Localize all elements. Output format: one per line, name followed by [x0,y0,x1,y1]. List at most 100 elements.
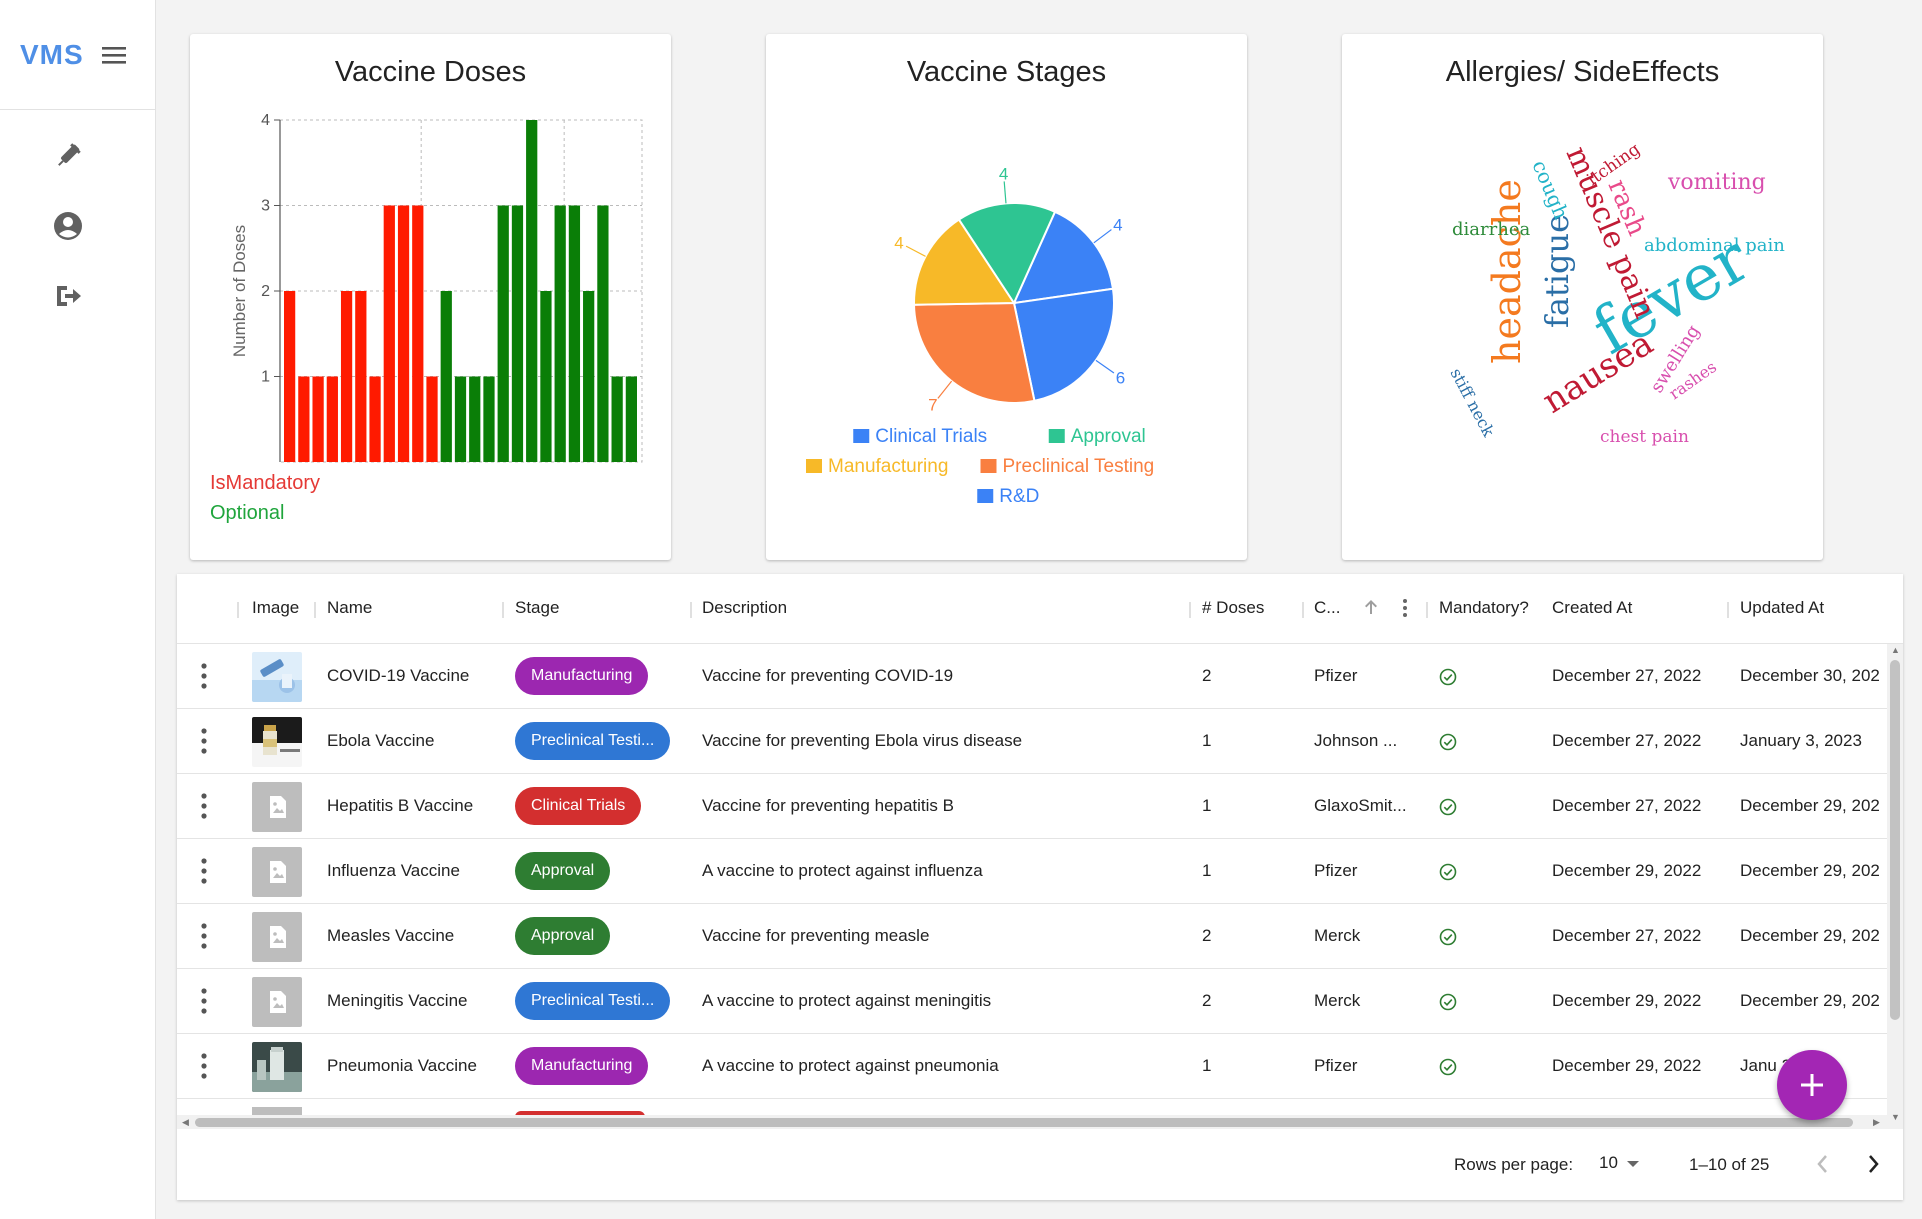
column-header-created-at[interactable]: Created At [1552,598,1632,618]
bar-mandatory[interactable] [298,376,310,463]
bar-optional[interactable] [597,205,609,463]
bar-optional[interactable] [583,291,595,462]
pie-label-line [1003,181,1007,204]
cell-name: Meningitis Vaccine [327,991,468,1010]
sidebar: VMS [0,0,156,1219]
column-header-updated-at[interactable]: Updated At [1740,598,1824,618]
account-icon[interactable] [50,208,86,244]
previous-page-icon[interactable] [1815,1153,1831,1180]
stage-chip[interactable]: Manufacturing [515,657,649,695]
bar-optional[interactable] [511,205,524,463]
column-separator[interactable] [1302,602,1304,618]
sort-ascending-icon[interactable] [1363,598,1379,621]
bar-optional[interactable] [540,291,552,462]
bar-mandatory[interactable] [369,376,381,463]
check-circle-icon [1439,798,1457,821]
row-actions-icon[interactable] [201,987,215,1015]
bar-optional[interactable] [554,205,566,463]
table-row[interactable] [177,1099,1887,1115]
cell-updated-at: January 3, 2023 [1740,731,1862,750]
bar-mandatory[interactable] [355,291,367,462]
bar-optional[interactable] [611,376,623,463]
column-separator[interactable] [1426,602,1428,618]
bar-optional[interactable] [469,376,481,463]
row-actions-icon[interactable] [201,857,215,885]
stage-chip[interactable]: Manufacturing [515,1047,649,1085]
column-header-mandatory[interactable]: Mandatory? [1439,598,1529,618]
pie-slice-label: 4 [1113,216,1122,235]
cell-company: GlaxoSmit... [1314,796,1407,815]
stage-chip[interactable]: Preclinical Testi... [515,722,671,760]
column-header-description[interactable]: Description [702,598,787,618]
bar-mandatory[interactable] [426,376,438,463]
logout-icon[interactable] [50,278,86,314]
bar-mandatory[interactable] [397,205,410,463]
bar-optional[interactable] [526,120,538,462]
scroll-up-arrow[interactable]: ▲ [1891,645,1900,655]
next-page-icon[interactable] [1865,1153,1881,1180]
stage-chip[interactable]: Approval [515,852,611,890]
column-separator[interactable] [237,602,239,618]
rows-per-page-select[interactable]: 10 [1599,1153,1640,1173]
legend-label[interactable]: R&D [999,486,1039,507]
scroll-right-arrow[interactable]: ▶ [1873,1117,1880,1128]
bar-optional[interactable] [454,376,467,463]
table-row[interactable]: Ebola Vaccine Preclinical Testi... Vacci… [177,709,1887,774]
column-header-image[interactable]: Image [252,598,299,618]
cell-doses: 1 [1202,1056,1212,1075]
legend-label[interactable]: Clinical Trials [875,426,987,447]
table-row[interactable]: COVID-19 Vaccine Manufacturing Vaccine f… [177,644,1887,709]
bar-optional[interactable] [625,376,637,463]
table-row[interactable]: Measles Vaccine Approval Vaccine for pre… [177,904,1887,969]
column-separator[interactable] [690,602,692,618]
table-row[interactable]: Pneumonia Vaccine Manufacturing A vaccin… [177,1034,1887,1099]
row-actions-icon[interactable] [201,792,215,820]
column-separator[interactable] [1727,602,1729,618]
stage-chip[interactable]: Preclinical Testi... [515,982,671,1020]
bar-optional[interactable] [483,376,495,463]
column-separator[interactable] [502,602,504,618]
bar-optional[interactable] [440,291,452,462]
column-menu-icon[interactable] [1402,598,1408,623]
cell-doses: 2 [1202,926,1212,945]
column-separator[interactable] [1189,602,1191,618]
horizontal-scrollbar[interactable]: ◀ ▶ [177,1115,1887,1129]
column-header-company[interactable]: C... [1314,598,1340,618]
row-actions-icon[interactable] [201,727,215,755]
table-row[interactable]: Meningitis Vaccine Preclinical Testi... … [177,969,1887,1034]
table-row[interactable]: Hepatitis B Vaccine Clinical Trials Vacc… [177,774,1887,839]
bar-mandatory[interactable] [340,291,353,462]
vertical-scrollbar-thumb[interactable] [1890,660,1900,1020]
vaccine-thumbnail [252,847,302,897]
bar-mandatory[interactable] [312,376,324,463]
legend-label[interactable]: Manufacturing [828,456,948,477]
bar-optional[interactable] [568,205,581,463]
pie-slice[interactable] [912,301,1036,404]
brand-logo[interactable]: VMS [20,39,84,71]
column-separator[interactable] [314,602,316,618]
bar-optional[interactable] [497,205,509,463]
bar-mandatory[interactable] [412,205,424,463]
horizontal-scrollbar-thumb[interactable] [195,1118,1853,1127]
legend-label[interactable]: Approval [1071,426,1146,447]
row-actions-icon[interactable] [201,1052,215,1080]
row-actions-icon[interactable] [201,922,215,950]
vertical-scrollbar[interactable]: ▲ ▼ [1887,644,1903,1129]
bar-mandatory[interactable] [383,205,395,463]
legend-label[interactable]: Preclinical Testing [1003,456,1155,477]
table-row[interactable]: Influenza Vaccine Approval A vaccine to … [177,839,1887,904]
scroll-left-arrow[interactable]: ◀ [182,1117,189,1128]
bar-mandatory[interactable] [284,291,296,462]
column-header-doses[interactable]: # Doses [1202,598,1264,618]
stage-chip[interactable]: Clinical Trials [515,787,642,825]
column-header-stage[interactable]: Stage [515,598,559,618]
menu-icon[interactable] [100,41,128,69]
legend-mandatory: IsMandatory [210,472,321,494]
bar-mandatory[interactable] [326,376,338,463]
add-vaccine-button[interactable] [1777,1050,1847,1120]
stage-chip[interactable]: Approval [515,917,611,955]
syringe-icon[interactable] [50,138,86,174]
column-header-name[interactable]: Name [327,598,372,618]
scroll-down-arrow[interactable]: ▼ [1891,1112,1900,1122]
row-actions-icon[interactable] [201,662,215,690]
